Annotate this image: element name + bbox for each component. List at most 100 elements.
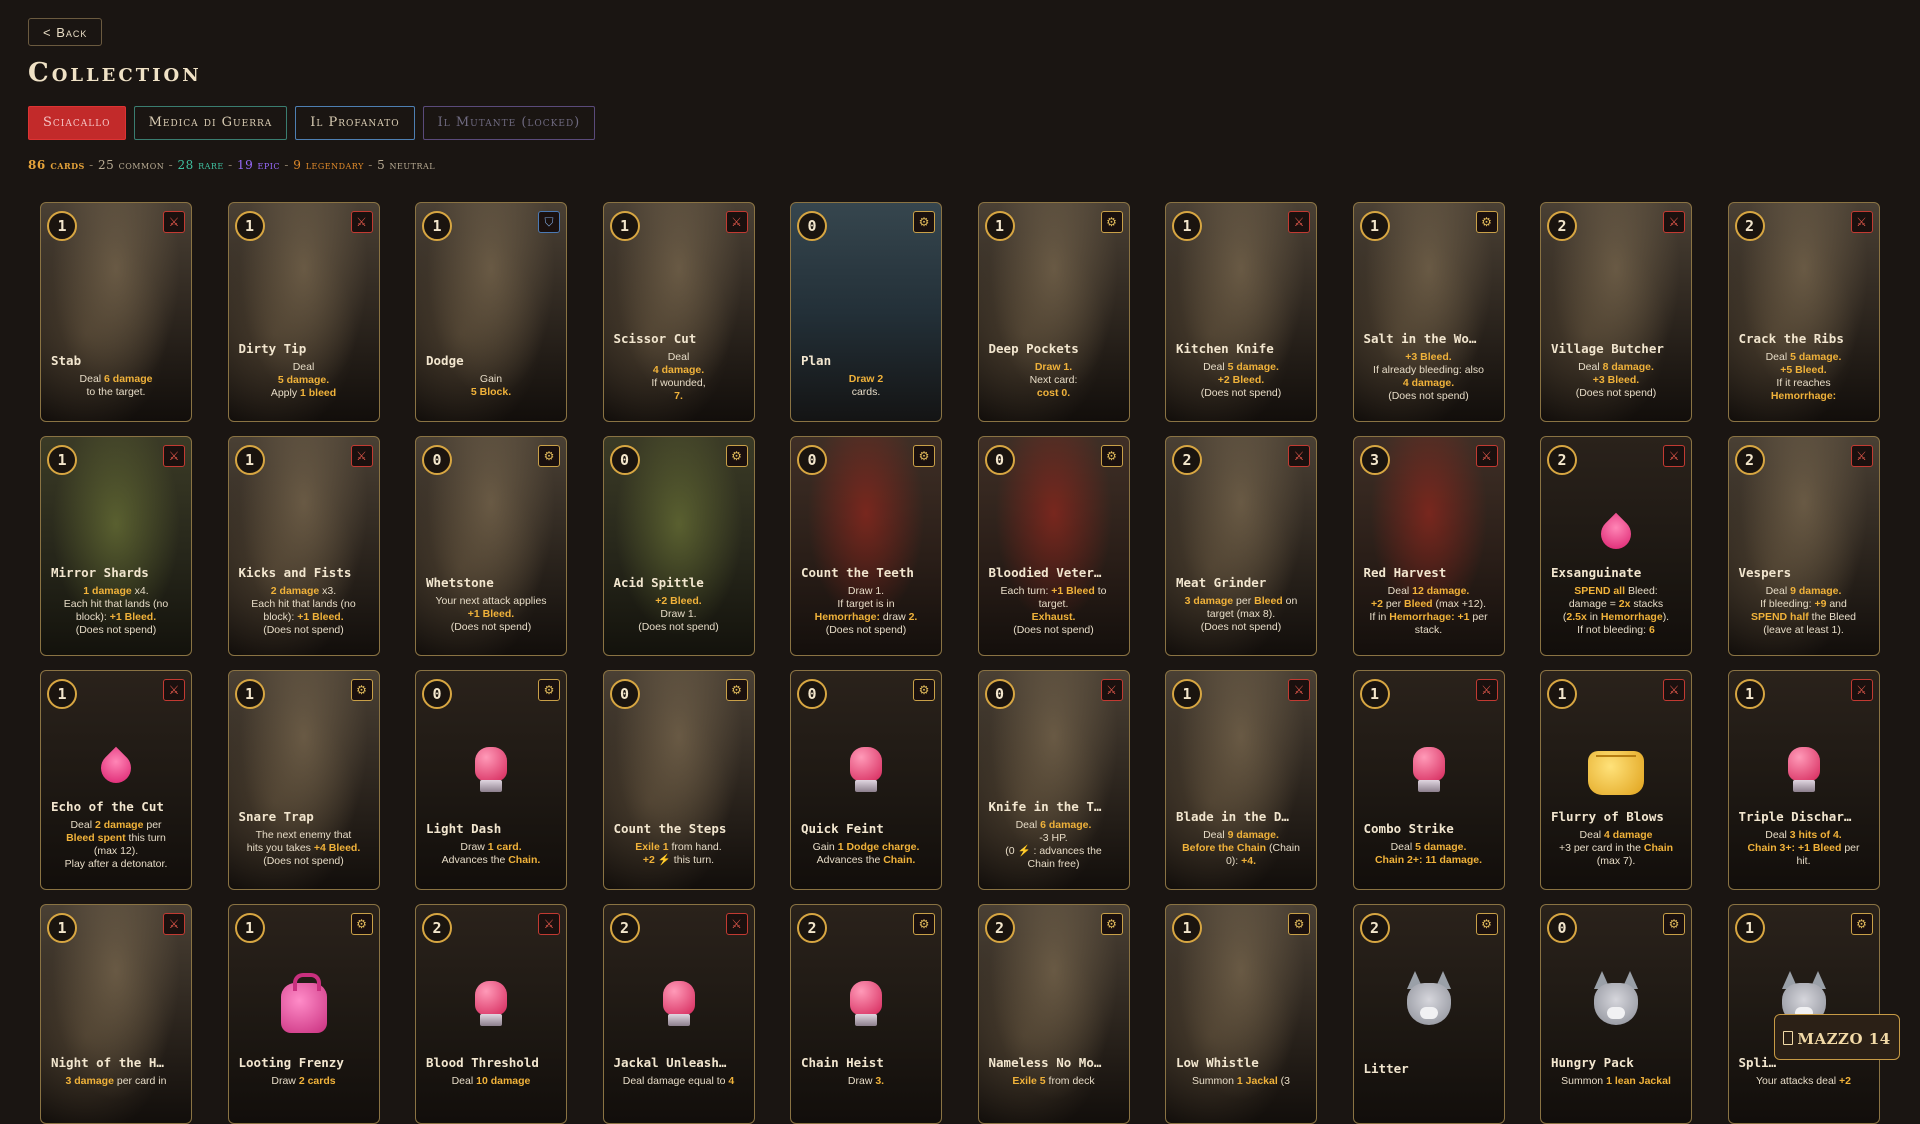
card[interactable]: 1 ⚔ Mirror Shards 1 damage x4. Each hit that… — [40, 436, 192, 656]
card[interactable]: 1 ⚙ Low Whistle Summon 1 Jackal (3 — [1165, 904, 1317, 1124]
card[interactable]: 1 ⚔ Stab Deal 6 damage to the target. — [40, 202, 192, 422]
card[interactable]: 2 ⚔ Meat Grinder 3 damage per Bleed on targe… — [1165, 436, 1317, 656]
boxing-glove-icon — [471, 747, 511, 799]
card[interactable]: 0 ⚙ Count the Teeth Draw 1. If target is in H… — [790, 436, 942, 656]
shield-icon: ⛉ — [538, 211, 560, 233]
card-name: Crack the Ribs — [1738, 331, 1844, 346]
card-description: Exile 1 from hand. +2 ⚡ this turn. — [635, 841, 722, 866]
crossed-swords-icon: ⚔ — [1288, 679, 1310, 701]
card[interactable]: 1 ⛉ Dodge Gain 5 Block. — [415, 202, 567, 422]
deck-button-label: MAZZO 14 — [1797, 1030, 1891, 1048]
card-name: Stab — [51, 353, 82, 368]
card[interactable]: 1 ⚔ Night of the H… 3 damage per card in — [40, 904, 192, 1124]
card[interactable]: 1 ⚙ Deep Pockets Draw 1. Next card: cost 0. — [977, 202, 1130, 422]
crossed-swords-icon: ⚔ — [1288, 211, 1310, 233]
card-cost: 2 — [797, 913, 827, 943]
card-cost: 0 — [609, 679, 640, 709]
card-description: Deal 6 damage. -3 HP. (0 ⚡ : advances the C… — [1005, 819, 1102, 870]
card[interactable]: 2 ⚔ Village Butcher Deal 8 damage. +3 Bleed.… — [1540, 202, 1692, 422]
card-name: Light Dash — [426, 821, 502, 836]
card-description: Deal 3 hits of 4. Chain 3+: +1 Bleed per h… — [1747, 829, 1860, 867]
card-description: Draw 2 cards. — [848, 373, 884, 398]
card-cost: 1 — [234, 679, 265, 709]
boxing-glove-icon — [846, 981, 886, 1033]
card-cost: 2 — [1547, 211, 1577, 241]
card-description: Summon 1 Jackal (3 — [1191, 1075, 1291, 1087]
card[interactable]: 0 ⚙ Whetstone Your next attack applies +1 Bl… — [415, 436, 567, 656]
tab-sciacallo[interactable]: Sciacallo — [28, 106, 126, 140]
card-name: Whetstone — [426, 575, 494, 590]
card[interactable]: 1 ⚙ Snare Trap The next enemy that hits you … — [227, 670, 380, 890]
card[interactable]: 1 ⚔ Triple Dischar… Deal 3 hits of 4. Chain … — [1727, 670, 1880, 890]
gear-icon: ⚙ — [725, 445, 748, 467]
gear-icon: ⚙ — [1663, 913, 1685, 935]
stat-separator: - — [368, 158, 373, 172]
card-description: 3 damage per card in — [65, 1075, 167, 1087]
gear-icon: ⚙ — [1100, 211, 1123, 233]
card[interactable]: 2 ⚔ Exsanguinate SPEND all Bleed: damage = 2… — [1540, 436, 1692, 656]
card[interactable]: 1 ⚔ Flurry of Blows Deal 4 damage +3 per car… — [1540, 670, 1692, 890]
card[interactable]: 2 ⚔ Jackal Unleash… Deal damage equal to 4 — [602, 904, 755, 1124]
card[interactable]: 0 ⚙ Bloodied Veter… Each turn: +1 Bleed to t… — [977, 436, 1130, 656]
back-button[interactable]: < Back — [28, 18, 103, 46]
card[interactable]: 0 ⚔ Knife in the T… Deal 6 damage. -3 HP. (0 … — [977, 670, 1130, 890]
card-description: 1 damage x4. Each hit that lands (no block… — [63, 585, 169, 636]
card[interactable]: 1 ⚔ Combo Strike Deal 5 damage. Chain 2+: 11… — [1352, 670, 1505, 890]
card[interactable]: 2 ⚙ Chain Heist Draw 3. — [790, 904, 942, 1124]
card-description: Deal 5 damage. +2 Bleed. (Does not spend) — [1200, 361, 1282, 399]
stat-neutral: 5 neutral — [377, 158, 436, 172]
card-description: Draw 3. — [847, 1075, 885, 1087]
character-tabs: Sciacallo Medica di Guerra Il Profanato … — [28, 106, 596, 140]
card-description: Your next attack applies +1 Bleed. (Does n… — [435, 595, 547, 633]
card-name: Night of the H… — [51, 1055, 164, 1070]
card-cost: 1 — [422, 211, 452, 241]
card-name: Bloodied Veter… — [988, 565, 1102, 580]
card[interactable]: 1 ⚔ Kitchen Knife Deal 5 damage. +2 Bleed. (D… — [1165, 202, 1317, 422]
card-name: Kitchen Knife — [1176, 341, 1274, 356]
card[interactable]: 0 ⚙ Plan Draw 2 cards. — [790, 202, 942, 422]
card[interactable]: 2 ⚙ Nameless No Mo… Exile 5 from deck — [977, 904, 1130, 1124]
card[interactable]: 1 ⚙ Looting Frenzy Draw 2 cards — [227, 904, 380, 1124]
gear-icon: ⚙ — [1475, 913, 1498, 935]
card[interactable]: 0 ⚙ Hungry Pack Summon 1 lean Jackal — [1540, 904, 1692, 1124]
stat-total-cards: 86 cards — [28, 158, 85, 172]
card[interactable]: 2 ⚔ Blood Threshold Deal 10 damage — [415, 904, 567, 1124]
card[interactable]: 0 ⚙ Acid Spittle +2 Bleed. Draw 1. (Does not … — [602, 436, 755, 656]
card-description: Deal 5 damage. Chain 2+: 11 damage. — [1374, 841, 1483, 866]
card[interactable]: 1 ⚔ Dirty Tip Deal 5 damage. Apply 1 bleed — [227, 202, 380, 422]
tab-medica-di-guerra[interactable]: Medica di Guerra — [133, 106, 288, 140]
card-name: Blood Threshold — [426, 1055, 539, 1070]
crossed-swords-icon: ⚔ — [538, 913, 560, 935]
card[interactable]: 1 ⚔ Scissor Cut Deal 4 damage. If wounded, 7. — [602, 202, 755, 422]
crossed-swords-icon: ⚔ — [350, 211, 373, 233]
card-name: Count the Steps — [613, 821, 727, 836]
card-name: Scissor Cut — [613, 331, 697, 346]
card[interactable]: 2 ⚔ Crack the Ribs Deal 5 damage. +5 Bleed. I… — [1727, 202, 1880, 422]
card[interactable]: 3 ⚔ Red Harvest Deal 12 damage. +2 per Bleed… — [1352, 436, 1505, 656]
card[interactable]: 2 ⚔ Vespers Deal 9 damage. If bleeding: +9 a… — [1727, 436, 1880, 656]
collection-stats: 86 cards - 25 common - 28 rare - 19 epic… — [28, 158, 435, 172]
card[interactable]: 0 ⚙ Light Dash Draw 1 card. Advances the Cha… — [415, 670, 567, 890]
crossed-swords-icon: ⚔ — [1850, 679, 1873, 701]
card[interactable]: 1 ⚔ Kicks and Fists 2 damage x3. Each hit th… — [227, 436, 380, 656]
boxing-glove-icon — [471, 981, 511, 1033]
card[interactable]: 0 ⚙ Quick Feint Gain 1 Dodge charge. Advance… — [790, 670, 942, 890]
card-name: Low Whistle — [1176, 1055, 1259, 1070]
deck-button[interactable]: MAZZO 14 — [1774, 1014, 1900, 1060]
card[interactable]: 1 ⚔ Echo of the Cut Deal 2 damage per Bleed … — [40, 670, 192, 890]
gear-icon: ⚙ — [1850, 913, 1873, 935]
stat-rare: 28 rare — [177, 158, 224, 172]
card-cost: 1 — [47, 913, 77, 943]
tab-il-profanato[interactable]: Il Profanato — [295, 106, 415, 140]
card-name: Looting Frenzy — [238, 1055, 344, 1070]
card-description: Each turn: +1 Bleed to target. Exhaust. (Do… — [1000, 585, 1107, 636]
card-cost: 2 — [422, 913, 452, 943]
card-description: +2 Bleed. Draw 1. (Does not spend) — [638, 595, 719, 633]
card-cost: 0 — [1547, 913, 1577, 943]
card-description: Draw 1 card. Advances the Chain. — [441, 841, 541, 866]
card[interactable]: 2 ⚙ Litter — [1352, 904, 1505, 1124]
card[interactable]: 0 ⚙ Count the Steps Exile 1 from hand. +2 ⚡ … — [602, 670, 755, 890]
card[interactable]: 1 ⚔ Blade in the D… Deal 9 damage. Before th… — [1165, 670, 1317, 890]
card-cost: 1 — [609, 211, 640, 241]
card[interactable]: 1 ⚙ Salt in the Wo… +3 Bleed. If already ble… — [1352, 202, 1505, 422]
